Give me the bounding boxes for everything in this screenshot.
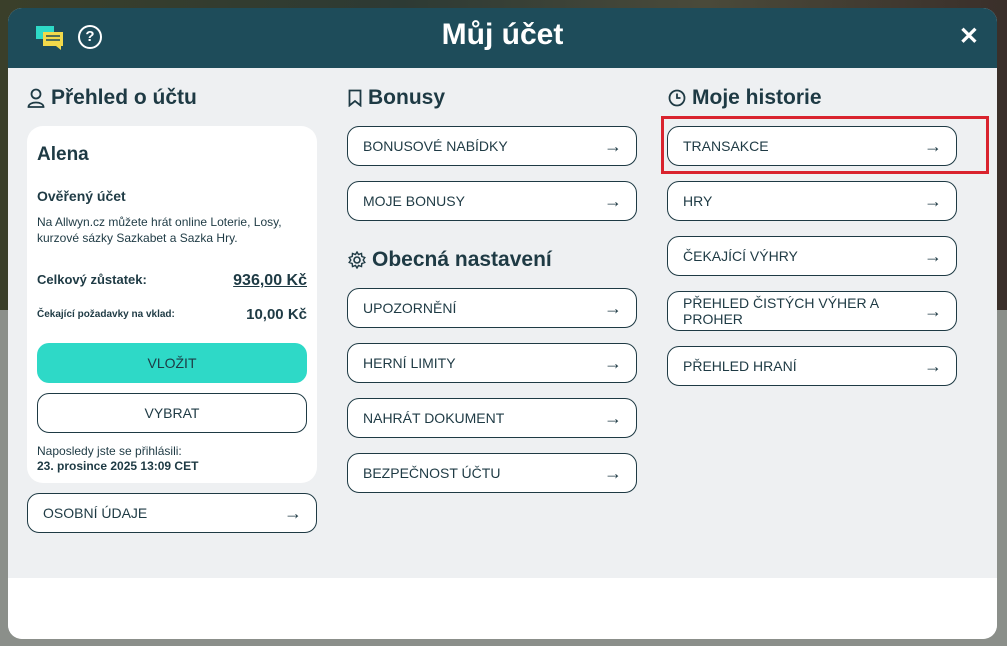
games-button[interactable]: HRY →: [667, 181, 957, 221]
pending-deposit-value: 10,00 Kč: [246, 306, 307, 323]
play-overview-label: PŘEHLED HRANÍ: [683, 358, 797, 374]
net-wins-losses-button[interactable]: PŘEHLED ČISTÝCH VÝHER A PROHER →: [667, 291, 957, 331]
account-card: Alena Ověřený účet Na Allwyn.cz můžete h…: [27, 126, 317, 483]
highlight-box: [661, 116, 989, 174]
bonus-offers-button[interactable]: BONUSOVÉ NABÍDKY →: [347, 126, 637, 166]
history-heading: Moje historie: [668, 86, 822, 110]
account-modal: ? Můj účet ✕ Přehled o účtu Alena Ověřen…: [8, 8, 997, 639]
user-icon: [27, 88, 45, 108]
games-label: HRY: [683, 193, 713, 209]
settings-heading: Obecná nastavení: [348, 248, 552, 272]
arrow-right-icon: →: [924, 245, 942, 266]
balance-value[interactable]: 936,00 Kč: [233, 272, 307, 290]
my-bonuses-label: MOJE BONUSY: [363, 193, 465, 209]
upload-document-label: NAHRÁT DOKUMENT: [363, 410, 505, 426]
modal-footer: [8, 578, 997, 639]
account-description: Na Allwyn.cz můžete hrát online Loterie,…: [37, 215, 282, 245]
net-wins-losses-label: PŘEHLED ČISTÝCH VÝHER A PROHER: [683, 295, 879, 327]
last-login-value: 23. prosince 2025 13:09 CET: [37, 459, 199, 473]
play-overview-button[interactable]: PŘEHLED HRANÍ →: [667, 346, 957, 386]
arrow-right-icon: →: [284, 502, 302, 523]
arrow-right-icon: →: [604, 190, 622, 211]
account-security-button[interactable]: BEZPEČNOST ÚČTU →: [347, 453, 637, 493]
withdraw-button[interactable]: VYBRAT: [37, 393, 307, 433]
arrow-right-icon: →: [604, 297, 622, 318]
bonuses-heading: Bonusy: [348, 86, 445, 110]
arrow-right-icon: →: [924, 300, 942, 321]
arrow-right-icon: →: [924, 190, 942, 211]
verified-status: Ověřený účet: [37, 188, 126, 204]
user-name: Alena: [37, 144, 89, 165]
arrow-right-icon: →: [924, 355, 942, 376]
my-bonuses-button[interactable]: MOJE BONUSY →: [347, 181, 637, 221]
arrow-right-icon: →: [604, 135, 622, 156]
game-limits-label: HERNÍ LIMITY: [363, 355, 456, 371]
close-icon[interactable]: ✕: [959, 25, 979, 49]
pending-wins-button[interactable]: ČEKAJÍCÍ VÝHRY →: [667, 236, 957, 276]
pending-wins-label: ČEKAJÍCÍ VÝHRY: [683, 248, 798, 264]
history-heading-text: Moje historie: [692, 86, 822, 109]
arrow-right-icon: →: [604, 407, 622, 428]
notifications-button[interactable]: UPOZORNĚNÍ →: [347, 288, 637, 328]
personal-data-button[interactable]: OSOBNÍ ÚDAJE →: [27, 493, 317, 533]
bonuses-heading-text: Bonusy: [368, 86, 446, 109]
balance-label: Celkový zůstatek:: [37, 272, 147, 287]
settings-heading-text: Obecná nastavení: [372, 248, 552, 271]
game-limits-button[interactable]: HERNÍ LIMITY →: [347, 343, 637, 383]
last-login-label: Naposledy jste se přihlásili:: [37, 444, 182, 458]
upload-document-button[interactable]: NAHRÁT DOKUMENT →: [347, 398, 637, 438]
arrow-right-icon: →: [604, 462, 622, 483]
pending-deposit-label: Čekající požadavky na vklad:: [37, 309, 175, 320]
personal-data-label: OSOBNÍ ÚDAJE: [43, 505, 148, 521]
modal-header: ? Můj účet ✕: [8, 8, 997, 68]
account-security-label: BEZPEČNOST ÚČTU: [363, 465, 501, 481]
overview-heading-text: Přehled o účtu: [51, 86, 197, 109]
overview-heading: Přehled o účtu: [27, 86, 197, 110]
modal-title: Můj účet: [441, 18, 564, 51]
arrow-right-icon: →: [604, 352, 622, 373]
deposit-button[interactable]: VLOŽIT: [37, 343, 307, 383]
clock-icon: [668, 89, 686, 107]
gear-icon: [348, 251, 366, 269]
notifications-label: UPOZORNĚNÍ: [363, 300, 457, 316]
bookmark-icon: [348, 89, 362, 107]
bonus-offers-label: BONUSOVÉ NABÍDKY: [363, 138, 508, 154]
